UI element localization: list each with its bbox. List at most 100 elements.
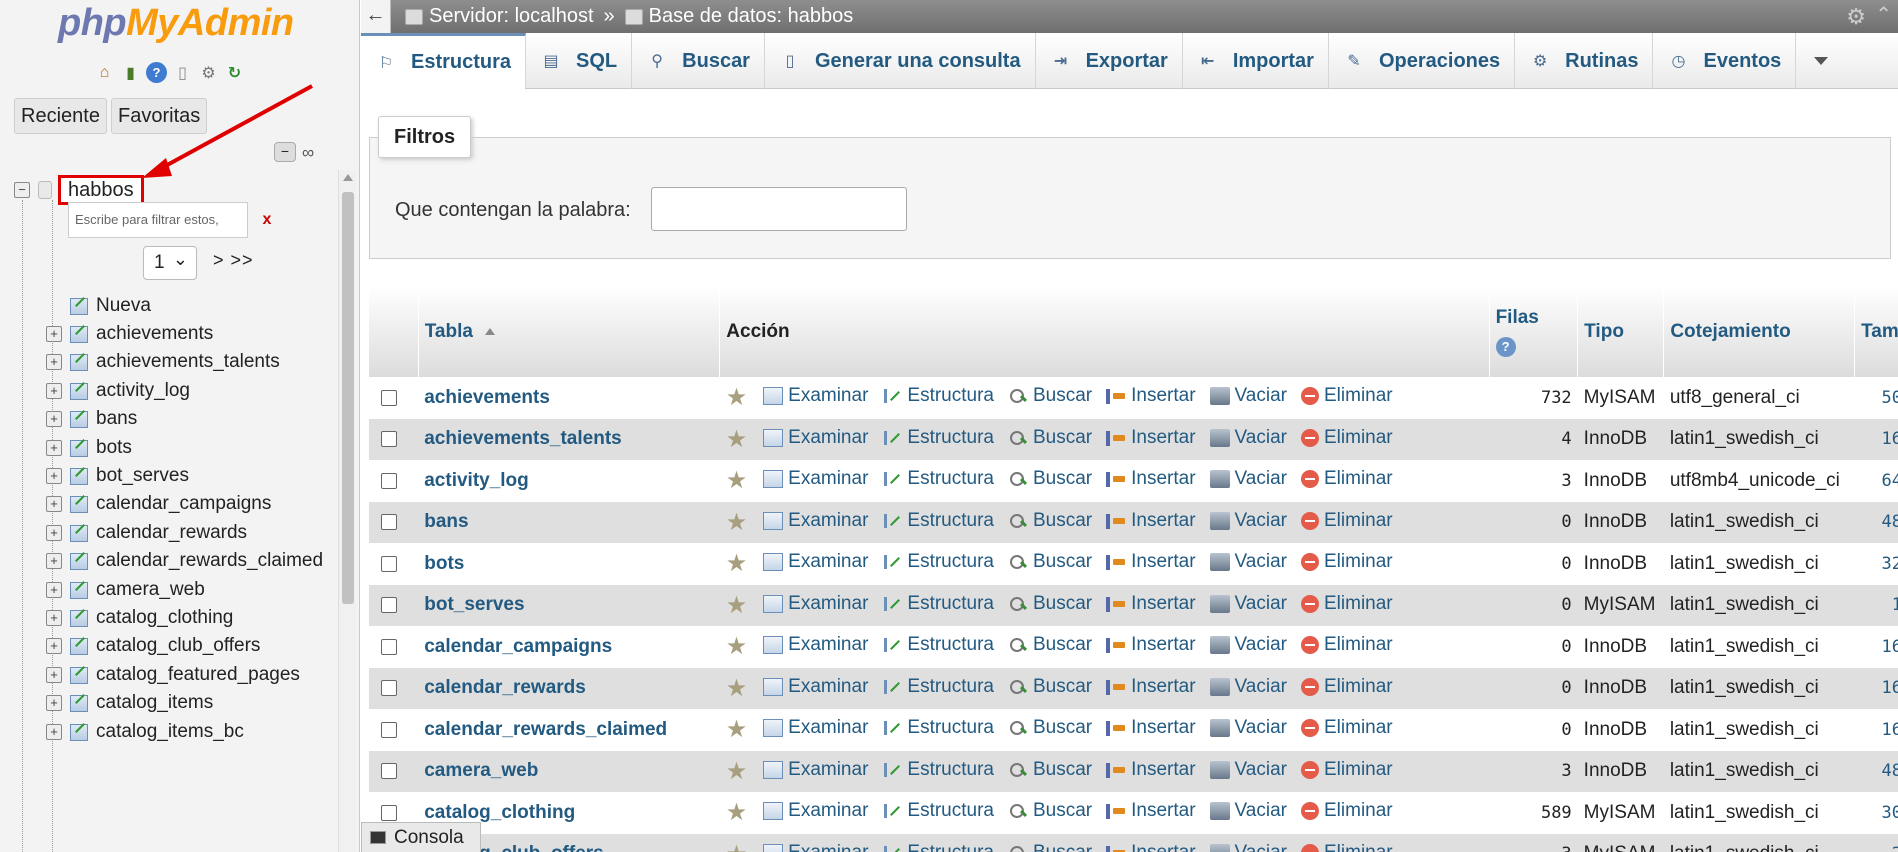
tree-table-item[interactable]: + catalog_clothing: [46, 604, 233, 632]
action-drop-link[interactable]: Eliminar: [1301, 676, 1393, 698]
tree-table-item[interactable]: + calendar_rewards_claimed: [46, 547, 323, 575]
action-structure-link[interactable]: Estructura: [882, 676, 994, 698]
row-checkbox[interactable]: [381, 555, 397, 572]
table-size[interactable]: 30.0: [1854, 792, 1898, 834]
tree-table-label[interactable]: calendar_rewards: [96, 522, 247, 544]
tree-table-item[interactable]: + catalog_featured_pages: [46, 661, 300, 689]
action-insert-link[interactable]: Insertar: [1106, 676, 1196, 698]
action-search-link[interactable]: Buscar: [1008, 593, 1092, 615]
table-size[interactable]: 16.0: [1854, 418, 1898, 460]
table-name-link[interactable]: bot_serves: [418, 584, 720, 626]
nav-scrollbar[interactable]: [338, 170, 356, 852]
action-empty-link[interactable]: Vaciar: [1209, 510, 1287, 532]
action-structure-link[interactable]: Estructura: [882, 385, 994, 407]
tree-table-label[interactable]: catalog_featured_pages: [96, 664, 300, 686]
tab-generar-una-consulta[interactable]: ▯ Generar una consulta: [765, 33, 1036, 89]
row-checkbox[interactable]: [381, 763, 397, 780]
favorite-star-icon[interactable]: ★: [726, 550, 748, 577]
phpmyadmin-logo[interactable]: phpMyAdmin: [58, 2, 294, 45]
column-header-table[interactable]: Tabla: [418, 286, 721, 377]
expand-icon[interactable]: +: [46, 553, 62, 570]
action-insert-link[interactable]: Insertar: [1106, 427, 1196, 449]
action-insert-link[interactable]: Insertar: [1106, 510, 1196, 532]
expand-icon[interactable]: +: [46, 354, 62, 371]
tab-sql[interactable]: ▤ SQL: [526, 33, 633, 89]
action-search-link[interactable]: Buscar: [1008, 427, 1092, 449]
action-structure-link[interactable]: Estructura: [882, 593, 994, 615]
action-drop-link[interactable]: Eliminar: [1301, 634, 1393, 656]
table-name-link[interactable]: bans: [418, 501, 720, 543]
favorite-star-icon[interactable]: ★: [726, 633, 748, 660]
expand-icon[interactable]: +: [46, 638, 62, 655]
tab-importar[interactable]: ⇤ Importar: [1183, 33, 1329, 89]
action-empty-link[interactable]: Vaciar: [1209, 759, 1287, 781]
favorite-star-icon[interactable]: ★: [726, 758, 748, 785]
table-size[interactable]: 64.0: [1854, 460, 1898, 502]
tree-table-item[interactable]: + activity_log: [46, 377, 190, 405]
action-insert-link[interactable]: Insertar: [1106, 842, 1196, 852]
expand-icon[interactable]: +: [46, 695, 62, 712]
action-browse-link[interactable]: Examinar: [763, 634, 868, 656]
action-structure-link[interactable]: Estructura: [882, 759, 994, 781]
tree-database-row[interactable]: − habbos: [14, 175, 144, 205]
action-browse-link[interactable]: Examinar: [763, 800, 868, 822]
expand-icon[interactable]: +: [46, 382, 62, 399]
help-icon[interactable]: ?: [1495, 336, 1516, 357]
table-size[interactable]: 16.0: [1854, 626, 1898, 668]
table-size[interactable]: 2.0: [1854, 833, 1898, 852]
tree-table-item[interactable]: + bots: [46, 434, 132, 462]
settings-gear-icon[interactable]: ⚙: [198, 62, 219, 83]
home-icon[interactable]: ⌂: [94, 62, 115, 83]
clear-filter-button[interactable]: x: [252, 206, 282, 234]
tree-table-label[interactable]: bots: [96, 437, 132, 459]
collapse-database-icon[interactable]: −: [14, 182, 30, 198]
action-structure-link[interactable]: Estructura: [882, 510, 994, 532]
row-checkbox[interactable]: [381, 721, 397, 738]
action-drop-link[interactable]: Eliminar: [1301, 800, 1393, 822]
console-toggle[interactable]: Consola: [361, 822, 481, 852]
expand-icon[interactable]: +: [46, 723, 62, 740]
favorite-star-icon[interactable]: ★: [726, 509, 748, 536]
action-insert-link[interactable]: Insertar: [1106, 385, 1196, 407]
column-header-size[interactable]: Tama: [1854, 286, 1898, 377]
row-checkbox[interactable]: [381, 638, 397, 655]
tree-page-select[interactable]: 1: [143, 243, 197, 280]
column-header-collation[interactable]: Cotejamiento: [1663, 286, 1856, 377]
action-empty-link[interactable]: Vaciar: [1209, 427, 1287, 449]
tree-table-label[interactable]: catalog_club_offers: [96, 635, 260, 657]
action-browse-link[interactable]: Examinar: [763, 551, 868, 573]
tree-next-page-link[interactable]: > >>: [213, 250, 254, 271]
action-structure-link[interactable]: Estructura: [882, 551, 994, 573]
table-size[interactable]: 48.0: [1854, 750, 1898, 792]
action-drop-link[interactable]: Eliminar: [1301, 717, 1393, 739]
favorite-star-icon[interactable]: ★: [726, 675, 748, 702]
page-settings-gear-icon[interactable]: ⚙: [1846, 4, 1866, 30]
favorite-star-icon[interactable]: ★: [726, 467, 748, 494]
tree-table-item[interactable]: + catalog_items_bc: [46, 718, 244, 746]
action-empty-link[interactable]: Vaciar: [1209, 676, 1287, 698]
tree-table-item[interactable]: + calendar_rewards: [46, 519, 247, 547]
favorite-tables-button[interactable]: Favoritas: [111, 98, 208, 134]
filter-word-input[interactable]: [651, 187, 907, 231]
link-with-main-icon[interactable]: ∞: [302, 143, 314, 163]
action-search-link[interactable]: Buscar: [1008, 842, 1092, 852]
tree-table-label[interactable]: achievements: [96, 323, 213, 345]
action-drop-link[interactable]: Eliminar: [1301, 842, 1393, 852]
tree-table-label[interactable]: bans: [96, 408, 137, 430]
action-drop-link[interactable]: Eliminar: [1301, 427, 1393, 449]
favorite-star-icon[interactable]: ★: [726, 384, 748, 411]
action-empty-link[interactable]: Vaciar: [1209, 385, 1287, 407]
tree-table-item[interactable]: + camera_web: [46, 576, 205, 604]
action-browse-link[interactable]: Examinar: [763, 468, 868, 490]
back-arrow-icon[interactable]: ←: [361, 0, 391, 33]
scroll-up-icon[interactable]: [343, 174, 353, 181]
favorite-star-icon[interactable]: ★: [726, 799, 748, 826]
favorite-star-icon[interactable]: ★: [726, 716, 748, 743]
action-empty-link[interactable]: Vaciar: [1209, 468, 1287, 490]
breadcrumb-database[interactable]: Base de datos: habbos: [649, 5, 854, 28]
action-insert-link[interactable]: Insertar: [1106, 759, 1196, 781]
action-insert-link[interactable]: Insertar: [1106, 634, 1196, 656]
expand-icon[interactable]: +: [46, 411, 62, 428]
action-search-link[interactable]: Buscar: [1008, 717, 1092, 739]
tree-table-item[interactable]: + catalog_items: [46, 689, 213, 717]
